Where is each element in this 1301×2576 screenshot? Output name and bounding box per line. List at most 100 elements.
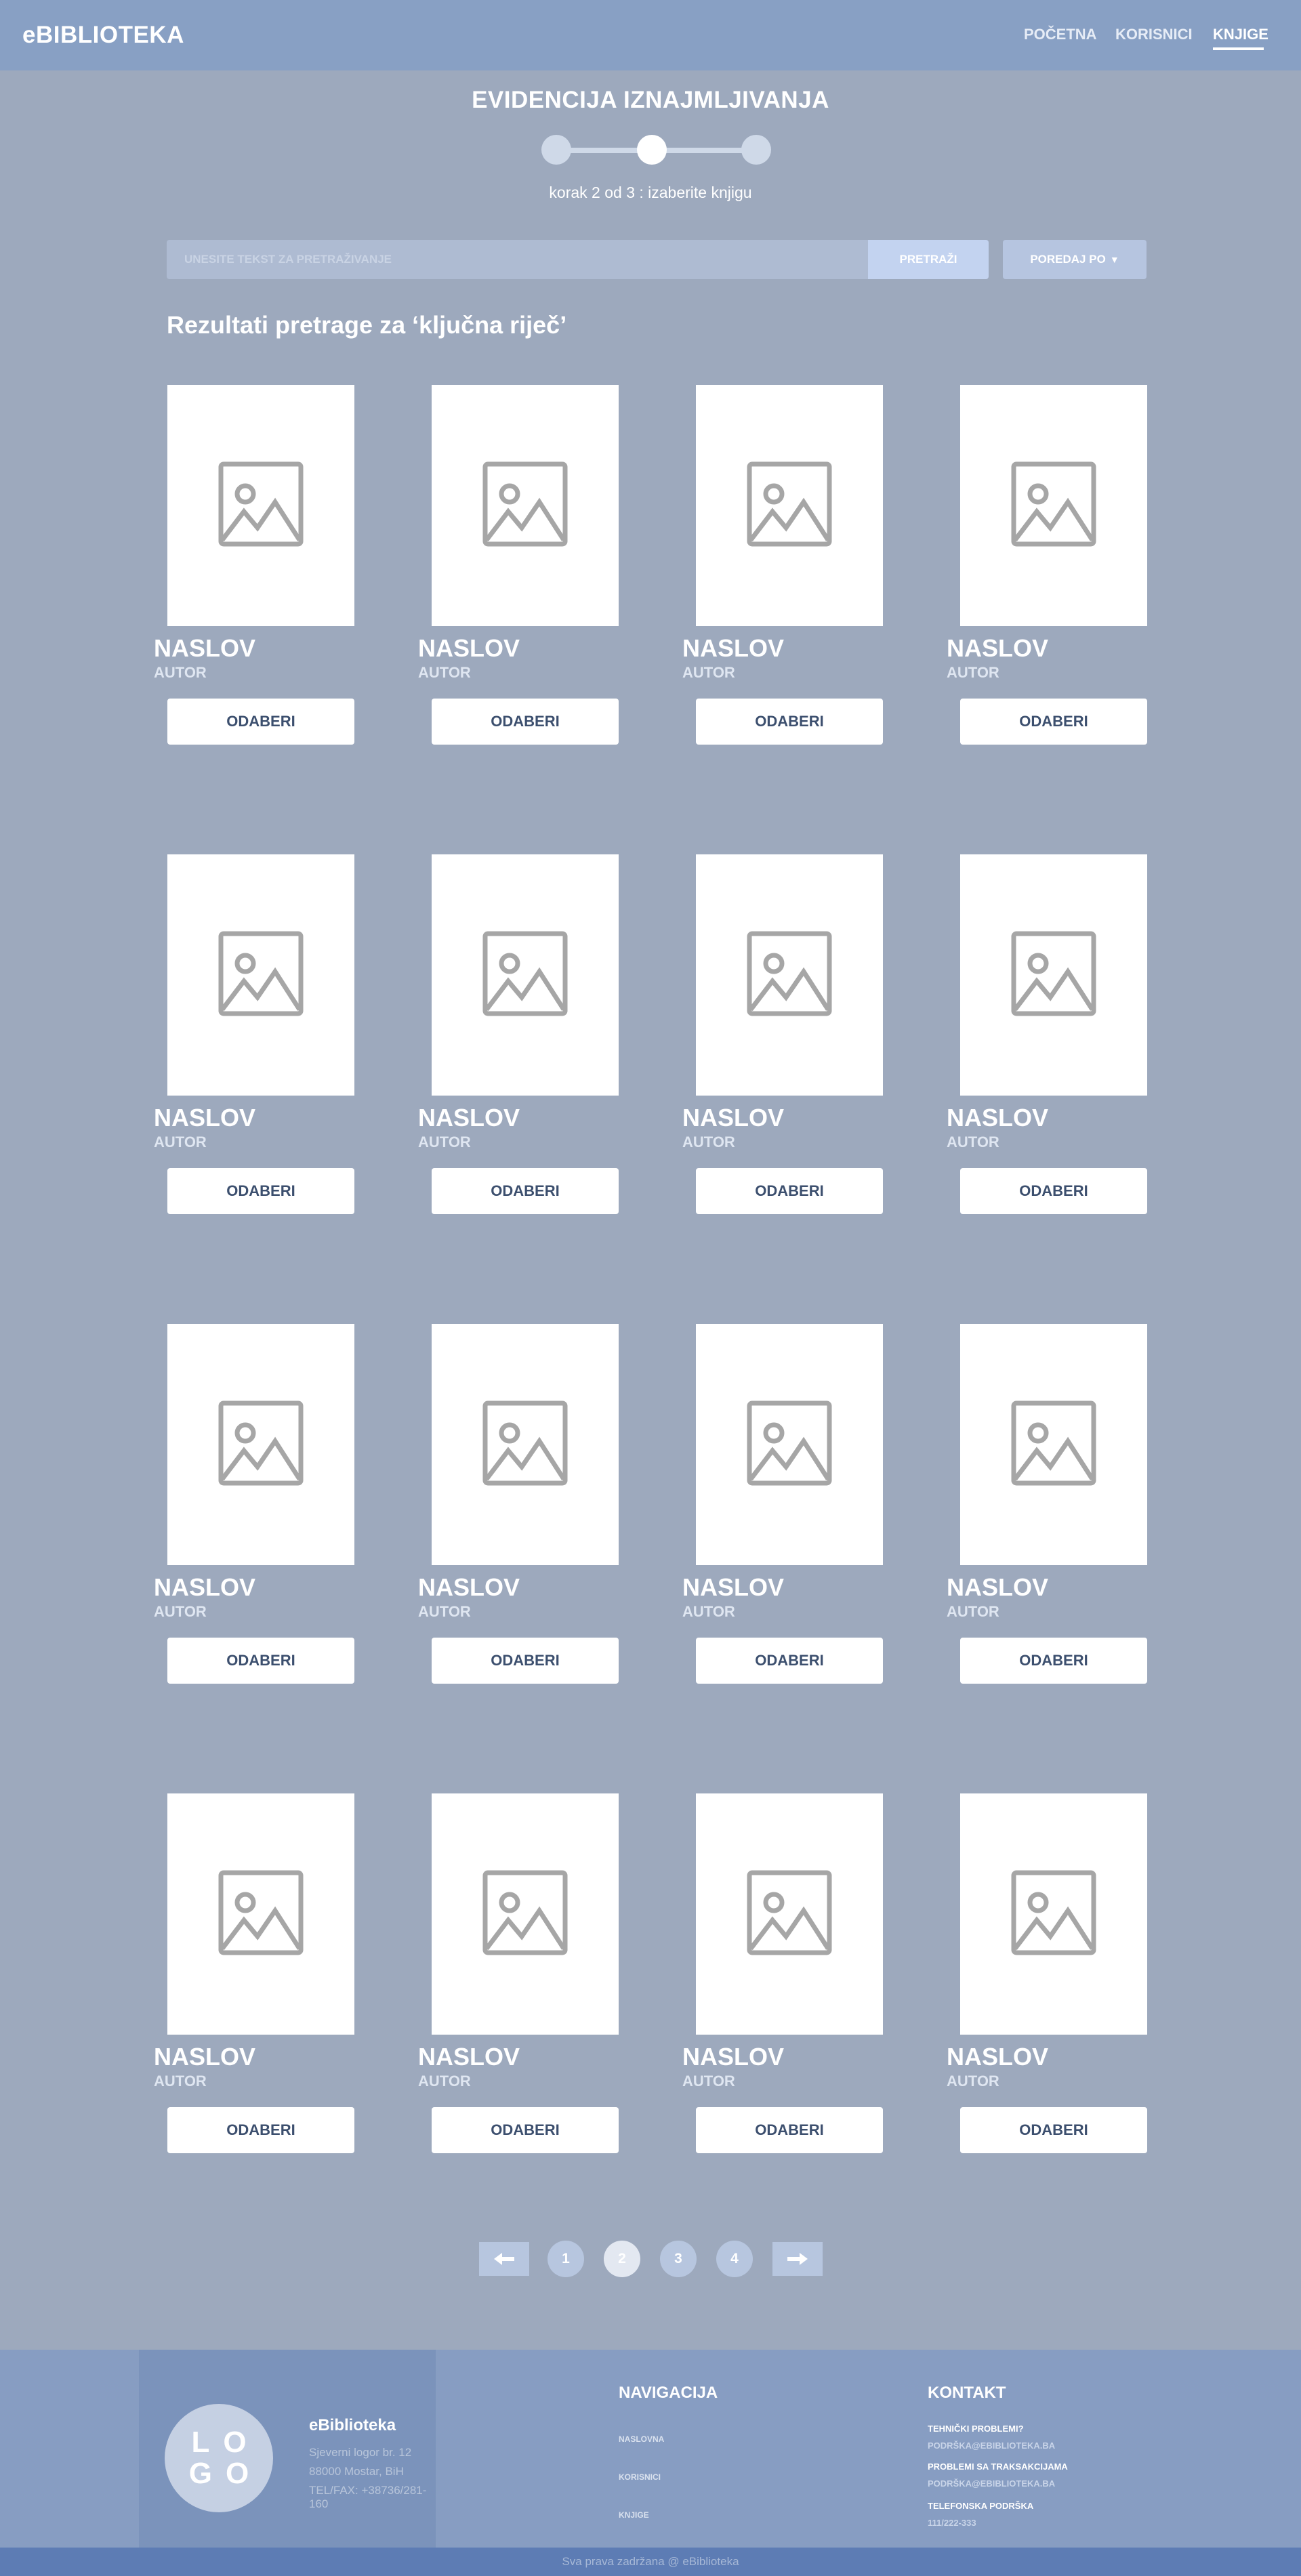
book-cover-image — [167, 1324, 354, 1565]
select-book-button[interactable]: ODABERI — [696, 699, 883, 745]
page-button-3[interactable]: 3 — [660, 2241, 697, 2277]
book-title: NASLOV — [947, 1104, 1049, 1131]
brand-logo[interactable]: eBIBLIOTEKA — [22, 22, 184, 49]
nav-item-knjige[interactable]: KNJIGE — [1213, 26, 1268, 43]
book-cover-image — [960, 1793, 1147, 2035]
image-placeholder-icon — [481, 930, 569, 1021]
book-card: NASLOV AUTOR ODABERI — [682, 854, 899, 1234]
book-title: NASLOV — [947, 2043, 1049, 2071]
book-title: NASLOV — [154, 1573, 256, 1601]
book-title: NASLOV — [154, 1104, 256, 1131]
contact-email[interactable]: PODRŠKA@EBIBLIOTEKA.BA — [928, 2478, 1055, 2489]
book-cover-image — [432, 1793, 619, 2035]
book-card: NASLOV AUTOR ODABERI — [154, 1324, 371, 1703]
select-book-button[interactable]: ODABERI — [960, 699, 1147, 745]
select-book-button[interactable]: ODABERI — [696, 2107, 883, 2153]
contact-phone: 111/222-333 — [928, 2518, 976, 2528]
select-book-button[interactable]: ODABERI — [432, 1168, 619, 1214]
book-cover-image — [696, 854, 883, 1096]
page-button-1[interactable]: 1 — [548, 2241, 584, 2277]
book-card: NASLOV AUTOR ODABERI — [682, 385, 899, 764]
book-title: NASLOV — [418, 2043, 520, 2071]
book-cover-image — [696, 1793, 883, 2035]
image-placeholder-icon — [745, 1869, 833, 1960]
page-button-2[interactable]: 2 — [604, 2241, 640, 2277]
step-indicator-text: korak 2 od 3 : izaberite knjigu — [549, 184, 752, 201]
book-title: NASLOV — [154, 634, 256, 662]
select-book-button[interactable]: ODABERI — [960, 1168, 1147, 1214]
footer-phone: TEL/FAX: +38736/281-160 — [309, 2484, 427, 2510]
footer-contact-heading: KONTAKT — [928, 2384, 1006, 2402]
arrow-left-icon[interactable] — [479, 2242, 529, 2276]
image-placeholder-icon — [217, 930, 305, 1021]
image-placeholder-icon — [217, 1399, 305, 1491]
select-book-button[interactable]: ODABERI — [432, 2107, 619, 2153]
book-title: NASLOV — [154, 2043, 256, 2071]
footer-link-naslovna[interactable]: NASLOVNA — [619, 2434, 664, 2444]
book-title: NASLOV — [418, 634, 520, 662]
book-card: NASLOV AUTOR ODABERI — [947, 1324, 1163, 1703]
image-placeholder-icon — [1010, 460, 1098, 552]
book-author: AUTOR — [682, 664, 735, 681]
select-book-button[interactable]: ODABERI — [432, 1638, 619, 1684]
book-card: NASLOV AUTOR ODABERI — [418, 385, 635, 764]
search-button[interactable]: PRETRAŽI — [868, 240, 989, 279]
select-book-button[interactable]: ODABERI — [960, 2107, 1147, 2153]
caret-down-icon: ▼ — [1109, 254, 1119, 265]
select-book-button[interactable]: ODABERI — [167, 699, 354, 745]
footer-link-knjige[interactable]: KNJIGE — [619, 2510, 649, 2520]
book-author: AUTOR — [418, 664, 471, 681]
book-author: AUTOR — [682, 1603, 735, 1620]
page-button-4[interactable]: 4 — [716, 2241, 753, 2277]
step-1-dot — [541, 135, 571, 165]
book-card: NASLOV AUTOR ODABERI — [418, 854, 635, 1234]
image-placeholder-icon — [1010, 930, 1098, 1021]
page-title: EVIDENCIJA IZNAJMLJIVANJA — [472, 87, 829, 113]
step-3-dot — [741, 135, 771, 165]
book-author: AUTOR — [418, 2073, 471, 2090]
book-card: NASLOV AUTOR ODABERI — [682, 1324, 899, 1703]
arrow-right-icon[interactable] — [772, 2242, 823, 2276]
contact-label: PROBLEMI SA TRAKSAKCIJAMA — [928, 2461, 1068, 2472]
select-book-button[interactable]: ODABERI — [432, 699, 619, 745]
book-title: NASLOV — [418, 1104, 520, 1131]
image-placeholder-icon — [481, 460, 569, 552]
image-placeholder-icon — [217, 1869, 305, 1960]
book-card: NASLOV AUTOR ODABERI — [947, 854, 1163, 1234]
book-author: AUTOR — [154, 2073, 207, 2090]
book-title: NASLOV — [682, 1104, 785, 1131]
book-card: NASLOV AUTOR ODABERI — [418, 1793, 635, 2173]
book-cover-image — [432, 1324, 619, 1565]
book-cover-image — [960, 385, 1147, 626]
book-card: NASLOV AUTOR ODABERI — [682, 1793, 899, 2173]
book-author: AUTOR — [418, 1603, 471, 1620]
image-placeholder-icon — [745, 460, 833, 552]
nav-item-korisnici[interactable]: KORISNICI — [1115, 26, 1193, 43]
nav-item-pocetna[interactable]: POČETNA — [1024, 26, 1097, 43]
select-book-button[interactable]: ODABERI — [960, 1638, 1147, 1684]
footer-link-korisnici[interactable]: KORISNICI — [619, 2472, 661, 2482]
select-book-button[interactable]: ODABERI — [167, 1168, 354, 1214]
contact-email[interactable]: PODRŠKA@EBIBLIOTEKA.BA — [928, 2440, 1055, 2451]
copyright-bar: Sva prava zadržana @ eBiblioteka — [0, 2548, 1301, 2576]
book-cover-image — [432, 385, 619, 626]
select-book-button[interactable]: ODABERI — [167, 1638, 354, 1684]
select-book-button[interactable]: ODABERI — [696, 1168, 883, 1214]
book-cover-image — [696, 1324, 883, 1565]
search-input[interactable] — [167, 240, 868, 279]
book-author: AUTOR — [154, 664, 207, 681]
footer-logo: LO GO — [165, 2404, 273, 2512]
book-cover-image — [167, 854, 354, 1096]
top-navbar: eBIBLIOTEKA POČETNA KORISNICI KNJIGE — [0, 0, 1301, 70]
book-cover-image — [696, 385, 883, 626]
book-card: NASLOV AUTOR ODABERI — [947, 385, 1163, 764]
select-book-button[interactable]: ODABERI — [167, 2107, 354, 2153]
image-placeholder-icon — [217, 460, 305, 552]
image-placeholder-icon — [481, 1399, 569, 1491]
active-nav-indicator — [1213, 47, 1264, 50]
select-book-button[interactable]: ODABERI — [696, 1638, 883, 1684]
footer-brand-panel: LO GO eBiblioteka Sjeverni logor br. 12 … — [139, 2350, 436, 2548]
book-author: AUTOR — [947, 1134, 999, 1150]
sort-dropdown[interactable]: POREDAJ PO ▼ — [1003, 240, 1147, 279]
footer: LO GO eBiblioteka Sjeverni logor br. 12 … — [0, 2350, 1301, 2548]
